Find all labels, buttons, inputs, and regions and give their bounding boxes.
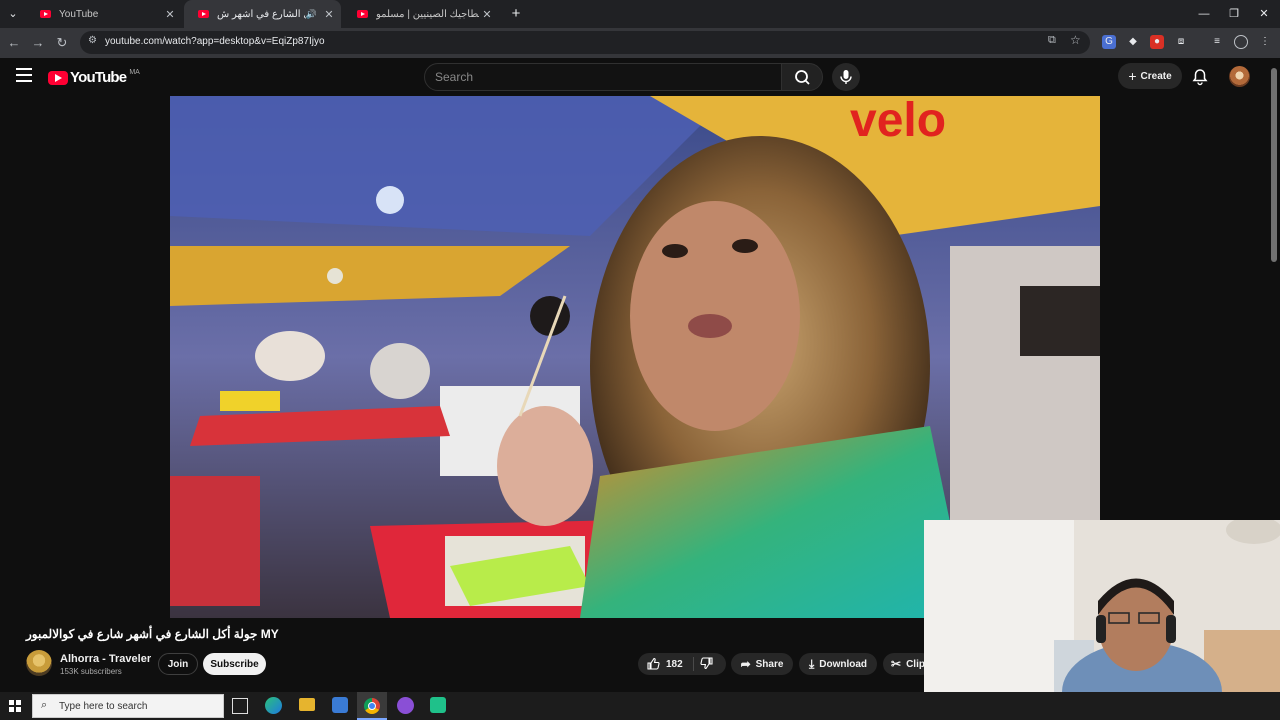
- file-explorer-icon[interactable]: [299, 698, 315, 711]
- edge-icon[interactable]: [265, 697, 282, 714]
- search-icon: [795, 70, 810, 85]
- discord-icon[interactable]: [397, 697, 414, 714]
- subscriber-count: 153K subscribers: [60, 667, 122, 676]
- download-button[interactable]: ⤓ Download: [799, 653, 877, 675]
- subscribe-button[interactable]: Subscribe: [203, 653, 266, 675]
- youtube-header: YouTube MA + Create: [0, 58, 1280, 96]
- like-dislike-group: 182: [638, 653, 726, 675]
- share-arrow-icon: ➦: [740, 657, 751, 671]
- tab-current-video[interactable]: جولة أكل الشارع في أشهر ش 🔊 ✕: [184, 0, 341, 28]
- scissors-icon: ✂: [891, 657, 902, 671]
- thumbs-up-icon: [647, 657, 660, 670]
- close-window-icon[interactable]: ✕: [1248, 0, 1280, 28]
- site-info-icon[interactable]: ⚙: [88, 35, 97, 46]
- dislike-button[interactable]: [700, 656, 714, 673]
- search-box[interactable]: [424, 63, 782, 91]
- forward-icon[interactable]: →: [28, 33, 48, 53]
- plus-icon: +: [1128, 68, 1137, 84]
- page-scrollbar[interactable]: [1271, 68, 1277, 262]
- store-icon[interactable]: [332, 697, 348, 713]
- browser-toolbar: ← → ↻ ⚙ youtube.com/watch?app=desktop&v=…: [0, 28, 1280, 58]
- like-button[interactable]: 182: [646, 657, 683, 671]
- share-label: Share: [755, 658, 784, 670]
- svg-text:velo: velo: [850, 96, 946, 147]
- search-button[interactable]: [781, 63, 823, 91]
- voice-search-button[interactable]: [832, 63, 860, 91]
- youtube-logo[interactable]: YouTube MA: [48, 69, 140, 86]
- video-title: جولة أكل الشارع في أشهر شارع في كوالالمب…: [26, 627, 279, 641]
- extension-red-icon[interactable]: ●: [1150, 35, 1164, 49]
- back-icon[interactable]: ←: [4, 33, 24, 53]
- tab-other-video[interactable]: قبائل الطاجيك الصينيين | مسلمو... ✕: [343, 0, 499, 28]
- notifications-bell-icon[interactable]: [1192, 68, 1208, 91]
- like-count: 182: [666, 658, 683, 670]
- microphone-icon: [840, 70, 852, 84]
- address-bar[interactable]: ⚙ youtube.com/watch?app=desktop&v=EqiZp8…: [80, 31, 1090, 54]
- app-green-icon[interactable]: [430, 697, 446, 713]
- restore-icon[interactable]: ❐: [1218, 0, 1250, 28]
- close-tab-icon[interactable]: ✕: [479, 8, 495, 21]
- create-label: Create: [1140, 70, 1172, 82]
- task-view-icon[interactable]: [232, 698, 248, 714]
- url-text: youtube.com/watch?app=desktop&v=EqiZp87I…: [105, 36, 325, 47]
- tab-title: YouTube: [59, 8, 99, 20]
- reload-icon[interactable]: ↻: [52, 33, 72, 53]
- youtube-favicon-icon: [198, 10, 209, 18]
- taskbar-search-placeholder: Type here to search: [59, 700, 148, 712]
- taskbar-search-box[interactable]: ⌕ Type here to search: [32, 694, 224, 718]
- extension-diamond-icon[interactable]: ◆: [1126, 35, 1140, 49]
- divider: [692, 657, 694, 671]
- chrome-icon: [364, 698, 380, 714]
- tab-search-icon[interactable]: ⌄: [2, 0, 24, 28]
- tab-title: قبائل الطاجيك الصينيين | مسلمو...: [376, 8, 479, 20]
- hamburger-menu-icon[interactable]: [16, 68, 32, 82]
- taskbar-search-icon: ⌕: [41, 699, 48, 711]
- close-tab-icon[interactable]: ✕: [162, 8, 178, 21]
- webcam-overlay: [924, 520, 1280, 720]
- join-button[interactable]: Join: [158, 653, 198, 675]
- tab-title: جولة أكل الشارع في أشهر ش: [217, 8, 306, 20]
- search-input[interactable]: [425, 64, 781, 90]
- download-label: Download: [819, 658, 868, 670]
- browser-tab-strip: ⌄ YouTube ✕ جولة أكل الشارع في أشهر ش 🔊 …: [0, 0, 1280, 28]
- windows-start-icon[interactable]: [9, 700, 21, 712]
- chrome-taskbar-button[interactable]: [357, 692, 387, 720]
- tab-youtube[interactable]: YouTube ✕: [26, 0, 182, 28]
- install-app-icon[interactable]: ⧉: [1048, 34, 1056, 47]
- chrome-menu-icon[interactable]: ⋮: [1258, 35, 1272, 49]
- webcam-feed: [924, 520, 1280, 720]
- profile-icon[interactable]: [1234, 35, 1248, 49]
- thumbs-down-icon: [700, 656, 713, 669]
- create-button[interactable]: + Create: [1118, 63, 1182, 89]
- media-control-icon[interactable]: ≡: [1210, 35, 1224, 49]
- youtube-favicon-icon: [40, 10, 51, 18]
- clip-label: Clip: [906, 658, 925, 670]
- extensions-puzzle-icon[interactable]: ⧈: [1174, 35, 1188, 49]
- country-code: MA: [129, 69, 140, 76]
- user-avatar[interactable]: [1229, 66, 1250, 87]
- youtube-favicon-icon: [357, 10, 368, 18]
- windows-taskbar: ⌕ Type here to search: [0, 692, 1280, 720]
- minimize-icon[interactable]: —: [1188, 0, 1220, 28]
- translate-extension-icon[interactable]: G: [1102, 35, 1116, 49]
- channel-avatar[interactable]: [26, 650, 52, 676]
- download-icon: ⤓: [808, 656, 815, 671]
- youtube-logo-text: YouTube: [70, 69, 127, 86]
- new-tab-button[interactable]: +: [500, 0, 532, 28]
- share-button[interactable]: ➦ Share: [731, 653, 793, 675]
- channel-name[interactable]: Alhorra - Traveler: [60, 653, 151, 665]
- audio-playing-icon[interactable]: 🔊: [306, 9, 317, 20]
- close-tab-icon[interactable]: ✕: [321, 8, 337, 21]
- youtube-play-icon: [48, 70, 68, 85]
- bookmark-star-icon[interactable]: ☆: [1070, 33, 1081, 47]
